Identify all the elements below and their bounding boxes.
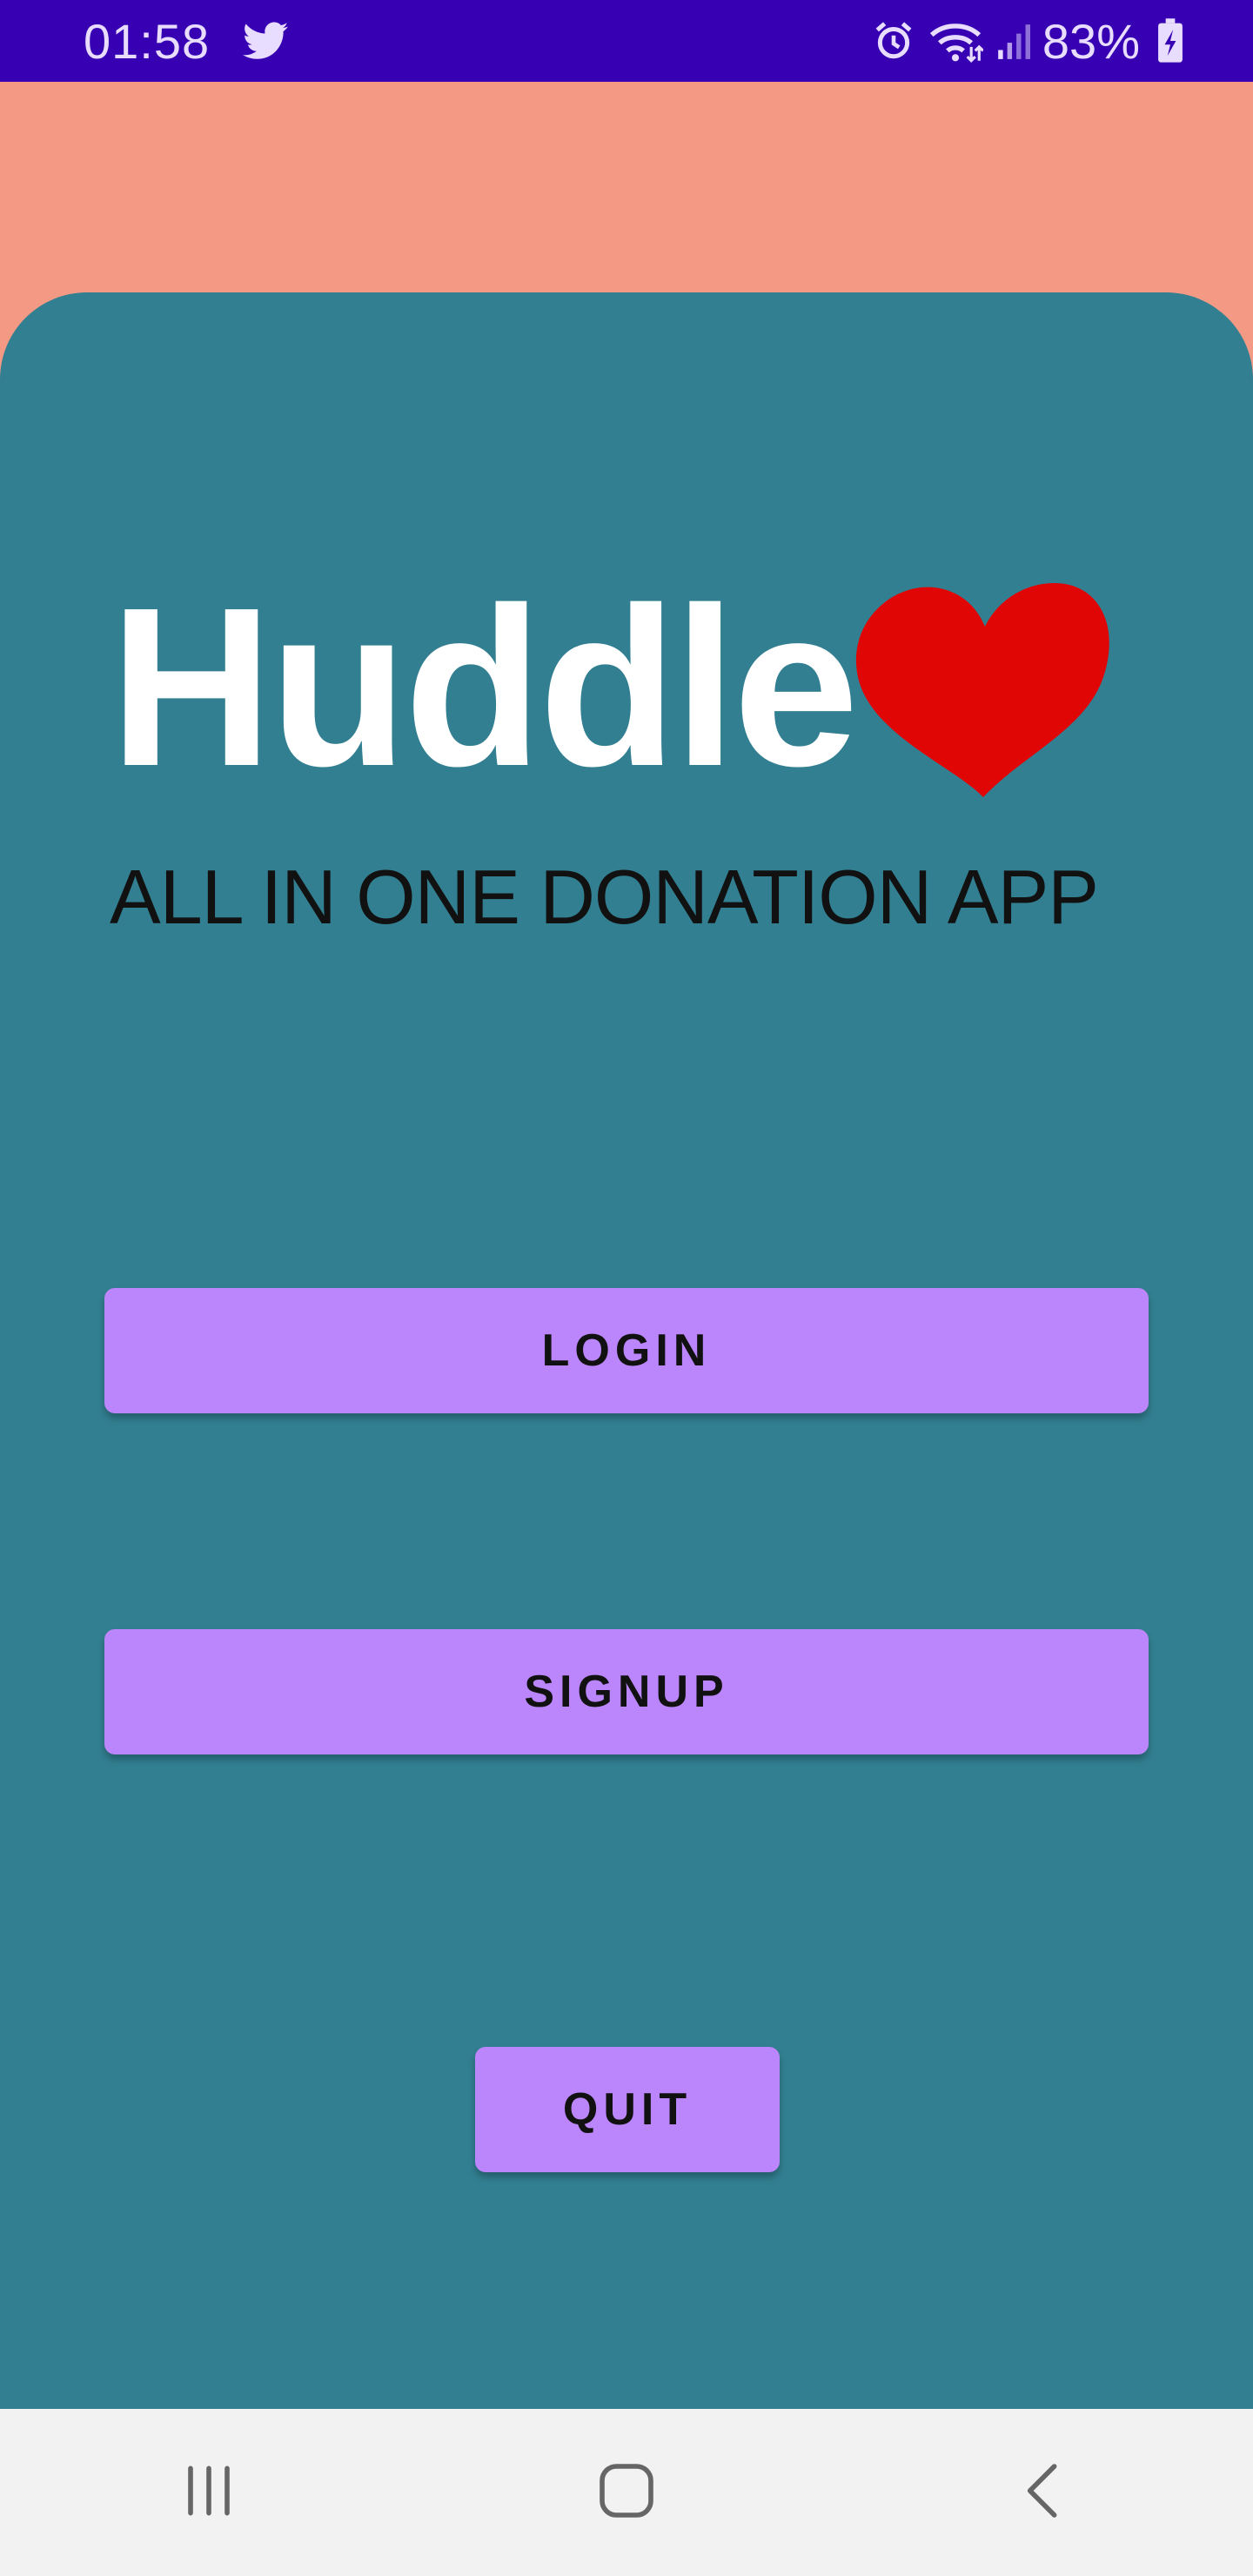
back-button[interactable] [957, 2423, 1131, 2562]
app-tagline: ALL IN ONE DONATION APP [110, 854, 1099, 940]
signup-button[interactable]: SIGNUP [104, 1629, 1149, 1754]
status-right: 83% [860, 13, 1183, 70]
quit-button[interactable]: QUIT [475, 2047, 780, 2172]
wifi-icon [928, 19, 983, 63]
battery-charging-icon [1157, 18, 1183, 64]
signal-icon [995, 21, 1034, 61]
status-time: 01:58 [84, 13, 211, 69]
status-left: 01:58 [84, 13, 289, 70]
app-logo: Huddle [110, 574, 1154, 818]
twitter-icon [243, 22, 289, 60]
alarm-icon [872, 19, 915, 63]
back-icon [1014, 2460, 1075, 2526]
login-button[interactable]: LOGIN [104, 1288, 1149, 1413]
home-button[interactable] [539, 2423, 714, 2562]
status-bar: 01:58 83% [0, 0, 1253, 82]
recents-icon [178, 2460, 239, 2526]
home-icon [596, 2460, 657, 2526]
recents-button[interactable] [122, 2423, 296, 2562]
app-name: Huddle [110, 561, 859, 814]
header-background [0, 82, 1253, 308]
navigation-bar [0, 2409, 1253, 2576]
battery-percent: 83% [1042, 13, 1140, 69]
heart-icon [853, 581, 1114, 803]
